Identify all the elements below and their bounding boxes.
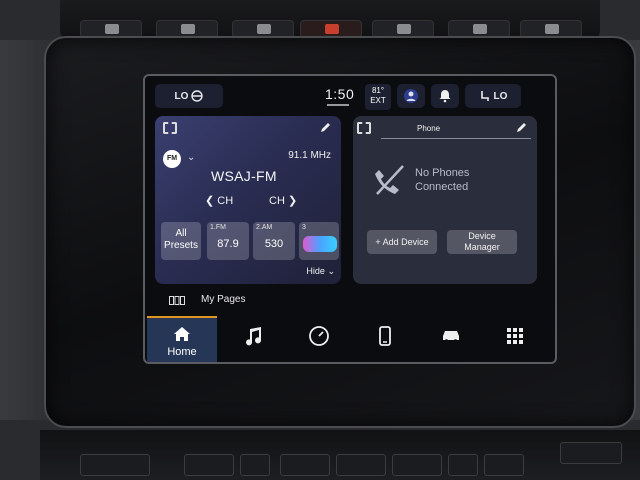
nav-home-tab[interactable]: Home — [147, 316, 217, 362]
phone-disconnected-icon — [375, 165, 404, 195]
channel-prev-button[interactable]: ❮ CH — [205, 194, 233, 207]
clock: 1:50 — [325, 86, 355, 102]
seat-heat-level-label: LO — [493, 90, 508, 102]
temperature-value: 81° — [371, 86, 385, 95]
console-button-8[interactable] — [484, 454, 524, 476]
left-seat-heat-pill[interactable]: LO — [155, 84, 223, 108]
preset-2[interactable]: 2.AM 530 — [253, 222, 295, 260]
preset-value: 87.9 — [217, 238, 239, 250]
chevron-right-icon: ❯ — [284, 195, 298, 207]
hide-label: Hide — [306, 266, 325, 276]
device-manager-button[interactable]: Device Manager — [447, 230, 517, 254]
all-presets-button[interactable]: All Presets — [161, 222, 201, 260]
add-device-button[interactable]: + Add Device — [367, 230, 437, 254]
console-button-1[interactable] — [80, 454, 150, 476]
phone-title: Phone — [417, 124, 441, 133]
driver-profile-icon — [404, 89, 418, 103]
channel-next-button[interactable]: CH ❯ — [269, 194, 297, 207]
vehicle-icon[interactable] — [439, 324, 463, 348]
chevron-left-icon: ❮ — [205, 195, 218, 207]
touchscreen: LO 1:50 81° EXT LO FM ⌄ 91.1 MHz WSAJ-FM… — [143, 74, 557, 364]
phone-status-line1: No Phones — [415, 167, 470, 179]
preset-3[interactable]: 3 — [299, 222, 339, 260]
outside-temperature: 81° EXT — [365, 84, 391, 110]
ch-next-label: CH — [269, 195, 285, 207]
preset-number: 1.FM — [210, 224, 226, 231]
phone-status: No Phones Connected — [415, 166, 469, 194]
status-bar: LO 1:50 81° EXT LO — [145, 76, 555, 112]
frequency: 91.1 MHz — [288, 150, 331, 161]
preset-1[interactable]: 1.FM 87.9 — [207, 222, 249, 260]
temperature-label: EXT — [370, 96, 386, 105]
phone-status-line2: Connected — [415, 181, 469, 193]
seat-heat-level-label: LO — [174, 90, 189, 102]
console-button-7[interactable] — [448, 454, 478, 476]
pencil-icon[interactable] — [319, 122, 331, 134]
clock-underline — [327, 104, 349, 106]
driver-profile-button[interactable] — [397, 84, 425, 108]
my-pages-button[interactable]: My Pages — [201, 294, 245, 305]
right-seat-heat-pill[interactable]: LO — [465, 84, 521, 108]
chevron-down-icon: ⌄ — [327, 266, 335, 276]
pencil-icon[interactable] — [515, 122, 527, 134]
station-name: WSAJ-FM — [211, 168, 277, 184]
apps-grid-icon[interactable] — [503, 324, 527, 348]
bell-icon — [439, 90, 451, 103]
band-badge[interactable]: FM — [163, 150, 181, 168]
console-button-5[interactable] — [336, 454, 386, 476]
console-button-4[interactable] — [280, 454, 330, 476]
preset-value: 530 — [264, 238, 284, 250]
chevron-down-icon[interactable]: ⌄ — [187, 152, 195, 163]
phone-icon[interactable] — [373, 324, 397, 348]
radio-widget[interactable]: FM ⌄ 91.1 MHz WSAJ-FM ❮ CH CH ❯ All Pres… — [155, 116, 341, 284]
device-manager-label: Device Manager — [464, 231, 500, 252]
title-divider — [381, 138, 531, 139]
console-button-2[interactable] — [184, 454, 234, 476]
pages-icon — [169, 296, 185, 305]
preset-number: 2.AM — [256, 224, 273, 231]
ch-prev-label: CH — [217, 195, 234, 207]
expand-icon[interactable] — [163, 122, 177, 134]
station-logo-icon — [303, 236, 337, 252]
add-device-label: + Add Device — [375, 236, 429, 247]
expand-icon[interactable] — [357, 122, 371, 134]
home-icon — [174, 327, 190, 341]
heated-seat-icon — [480, 91, 489, 101]
phone-widget[interactable]: Phone No Phones Connected + Add Device D… — [353, 116, 537, 284]
heated-wheel-icon — [191, 90, 204, 102]
home-label: Home — [167, 346, 197, 358]
preset-number: 3 — [302, 224, 306, 231]
notifications-button[interactable] — [431, 84, 459, 108]
speedometer-icon[interactable] — [307, 324, 331, 348]
console-button-6[interactable] — [392, 454, 442, 476]
music-icon[interactable] — [241, 324, 265, 348]
hide-presets-button[interactable]: Hide ⌄ — [306, 266, 335, 277]
screen-off-button[interactable] — [560, 442, 622, 464]
bottom-navigation: Home — [145, 314, 555, 362]
console-button-3[interactable] — [240, 454, 270, 476]
all-presets-label: All Presets — [164, 228, 198, 251]
